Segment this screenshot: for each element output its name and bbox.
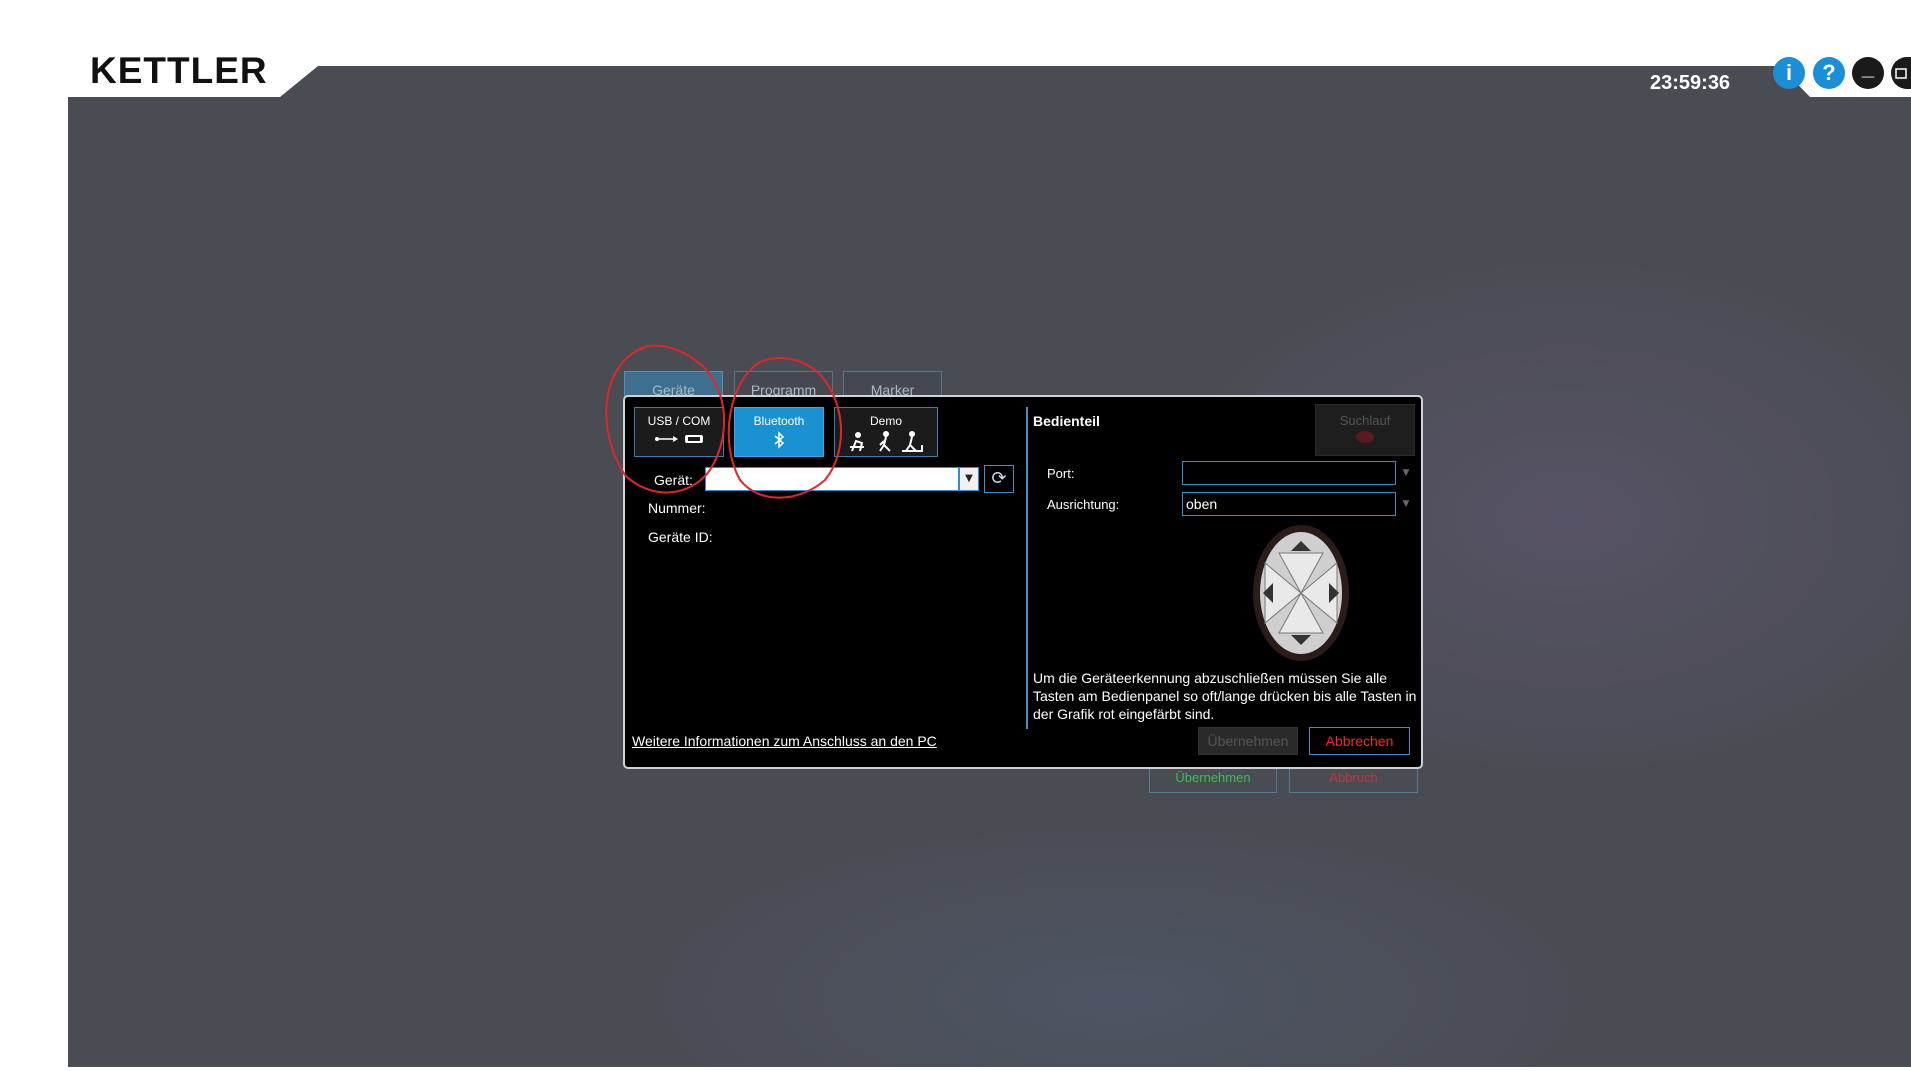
fitness-devices-icon [850,431,923,452]
chevron-down-icon: ▼ [965,473,973,484]
device-select[interactable] [705,467,959,491]
minimize-icon: _ [1861,55,1875,80]
background-apply-button[interactable]: Übernehmen [1149,765,1277,793]
device-id-label: Geräte ID: [648,529,713,545]
demo-button[interactable]: Demo [834,407,938,457]
bluetooth-icon [774,431,785,449]
instruction-text: Um die Geräteerkennung abzuschließen müs… [1033,670,1417,722]
help-icon: ? [1822,60,1836,85]
control-panel-graphic [1253,525,1349,661]
device-label: Gerät: [654,472,693,488]
bluetooth-label: Bluetooth [753,414,805,428]
port-label: Port: [1047,466,1075,481]
usb-com-label: USB / COM [647,414,711,428]
bluetooth-button[interactable]: Bluetooth [734,407,824,457]
orientation-dropdown-toggle[interactable]: ▼ [1398,492,1414,516]
bottom-edge [68,1067,1911,1071]
refresh-button[interactable]: ⟳ [984,465,1014,493]
number-label: Nummer: [648,500,706,516]
orientation-label: Ausrichtung: [1047,497,1120,512]
port-dropdown-toggle[interactable]: ▼ [1398,461,1414,485]
minimize-button[interactable]: _ [1852,57,1884,89]
restore-icon [1895,68,1907,79]
panel-title: Bedienteil [1033,413,1100,429]
title-bar: KETTLER 23:59:36 i ? _ [0,0,1911,97]
chevron-down-icon: ▼ [1402,499,1410,509]
background-abort-button[interactable]: Abbruch [1289,765,1418,793]
cancel-button[interactable]: Abbrechen [1309,727,1410,755]
port-select[interactable] [1182,461,1396,485]
apply-button[interactable]: Übernehmen [1198,727,1298,755]
help-button[interactable]: ? [1813,57,1845,89]
device-dropdown-toggle[interactable]: ▼ [959,467,979,491]
orientation-select[interactable]: oben [1182,492,1396,516]
title-bar-shape [0,0,1911,97]
scan-icon [1356,431,1374,443]
info-icon: i [1785,60,1793,85]
panel-divider [1026,407,1028,729]
device-connection-dialog: USB / COM Bluetooth Demo Gerät: ▼ ⟳ Numm… [623,395,1423,769]
kettler-logo: KETTLER [90,50,268,91]
refresh-icon: ⟳ [991,468,1007,489]
usb-com-icon [655,435,703,443]
clock-display: 23:59:36 [1650,72,1731,94]
chevron-down-icon: ▼ [1402,468,1410,478]
scan-button-label: Suchlauf [1339,413,1391,428]
usb-com-button[interactable]: USB / COM [634,407,724,457]
info-button[interactable]: i [1773,57,1805,89]
scan-button[interactable]: Suchlauf [1315,404,1415,456]
demo-label: Demo [869,414,902,428]
pc-connection-info-link[interactable]: Weitere Informationen zum Anschluss an d… [632,733,937,749]
